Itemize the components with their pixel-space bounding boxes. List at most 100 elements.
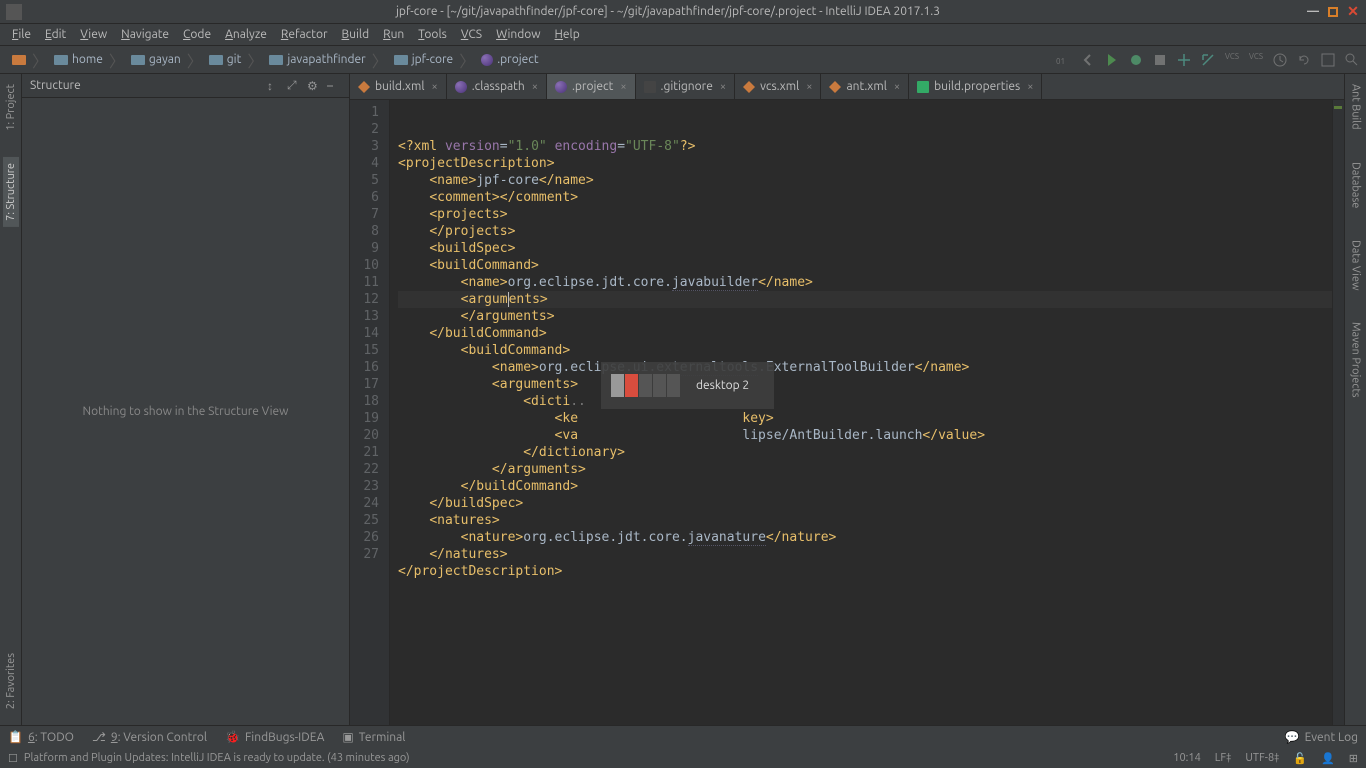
minimize-button[interactable]: — <box>1306 5 1320 19</box>
history-icon[interactable] <box>1272 52 1288 68</box>
menu-window[interactable]: Window <box>490 26 546 43</box>
line-separator[interactable]: LF‡ <box>1215 752 1232 764</box>
code-line[interactable]: </buildSpec> <box>398 495 1344 512</box>
code-line[interactable]: <dicti.. <box>398 393 1344 410</box>
tab-project[interactable]: .project× <box>547 74 636 100</box>
event-log[interactable]: 💬 Event Log <box>1285 730 1358 744</box>
revert-icon[interactable] <box>1296 52 1312 68</box>
breadcrumb-jpf-core[interactable]: jpf-core <box>388 51 459 68</box>
code-line[interactable]: <projectDescription> <box>398 155 1344 172</box>
code-line[interactable]: <natures> <box>398 512 1344 529</box>
lock-icon[interactable]: 🔓 <box>1293 752 1307 765</box>
vcs-commit-icon[interactable] <box>1200 52 1216 68</box>
code-editor[interactable]: 1234567891011121314151617181920212223242… <box>350 100 1344 725</box>
code-line[interactable]: <arguments> <box>398 291 1344 308</box>
menu-navigate[interactable]: Navigate <box>115 26 175 43</box>
code-line[interactable]: </buildCommand> <box>398 478 1344 495</box>
code-line[interactable]: <buildCommand> <box>398 257 1344 274</box>
menu-help[interactable]: Help <box>549 26 586 43</box>
menu-vcs[interactable]: VCS <box>455 26 488 43</box>
code-line[interactable]: <kexxxxxxxxxxxxxxxxxxxxxkey> <box>398 410 1344 427</box>
tool-favorites[interactable]: 2: Favorites <box>3 647 19 715</box>
code-line[interactable]: <name>org.eclipse.ui.externaltools.Exter… <box>398 359 1344 376</box>
menu-tools[interactable]: Tools <box>412 26 453 43</box>
encoding[interactable]: UTF-8‡ <box>1245 752 1279 764</box>
debug-icon[interactable] <box>1128 52 1144 68</box>
code-line[interactable]: <vaxxxxxxxxxxxxxxxxxxxxxlipse/AntBuilder… <box>398 427 1344 444</box>
tool-data-view[interactable]: Data View <box>1348 234 1364 297</box>
tool-ant-build[interactable]: Ant Build <box>1348 78 1364 136</box>
tool-terminal[interactable]: ▣ Terminal <box>342 730 405 744</box>
toggle-binary-icon[interactable]: 01 <box>1056 52 1072 68</box>
tool-findbugs[interactable]: 🐞 FindBugs-IDEA <box>225 730 324 744</box>
menu-edit[interactable]: Edit <box>39 26 72 43</box>
stop-icon[interactable] <box>1152 52 1168 68</box>
menu-file[interactable]: File <box>6 26 37 43</box>
code-line[interactable]: </dictionary> <box>398 444 1344 461</box>
tool-version-control[interactable]: ⎇ 9: Version Control <box>92 730 207 744</box>
expand-icon[interactable]: ⤢ <box>287 79 301 93</box>
settings-icon[interactable] <box>1320 52 1336 68</box>
tab-vcsxml[interactable]: vcs.xml× <box>735 74 821 100</box>
vcs-label2-icon[interactable]: VCS <box>1248 52 1264 68</box>
menu-build[interactable]: Build <box>336 26 376 43</box>
code-line[interactable]: <comment></comment> <box>398 189 1344 206</box>
menu-refactor[interactable]: Refactor <box>275 26 334 43</box>
search-icon[interactable] <box>1344 52 1360 68</box>
code-line[interactable]: <name>jpf-core</name> <box>398 172 1344 189</box>
tool-maven-projects[interactable]: Maven Projects <box>1348 316 1364 404</box>
menu-run[interactable]: Run <box>377 26 410 43</box>
code-line[interactable]: </arguments> <box>398 461 1344 478</box>
breadcrumb-root[interactable] <box>6 53 32 67</box>
code-line[interactable]: <nature>org.eclipse.jdt.core.javanature<… <box>398 529 1344 546</box>
code-line[interactable]: </projects> <box>398 223 1344 240</box>
hide-icon[interactable]: ⎯ <box>327 79 341 93</box>
code-line[interactable]: <buildCommand> <box>398 342 1344 359</box>
close-tab-icon[interactable]: × <box>720 81 726 93</box>
tool-todo[interactable]: 📋 6: TODO <box>8 730 74 744</box>
code-line[interactable]: <projects> <box>398 206 1344 223</box>
code-body[interactable]: <?xml version="1.0" encoding="UTF-8"?><p… <box>390 100 1344 725</box>
close-tab-icon[interactable]: × <box>1027 81 1033 93</box>
close-tab-icon[interactable]: × <box>432 81 438 93</box>
maximize-button[interactable] <box>1326 5 1340 19</box>
tab-classpath[interactable]: .classpath× <box>447 74 547 100</box>
close-tab-icon[interactable]: × <box>620 81 626 93</box>
code-line[interactable]: </arguments> <box>398 308 1344 325</box>
close-tab-icon[interactable]: × <box>532 81 538 93</box>
tab-gitignore[interactable]: .gitignore× <box>636 74 736 100</box>
code-line[interactable]: </projectDescription> <box>398 563 1344 580</box>
breadcrumb-.project[interactable]: .project <box>475 51 544 68</box>
vcs-label-icon[interactable]: VCS <box>1224 52 1240 68</box>
tab-buildproperties[interactable]: build.properties× <box>909 74 1042 100</box>
tab-antxml[interactable]: ant.xml× <box>821 74 909 100</box>
tool-structure[interactable]: 7: Structure <box>3 157 19 227</box>
close-tab-icon[interactable]: × <box>806 81 812 93</box>
breadcrumb-home[interactable]: home <box>48 51 109 68</box>
gear-icon[interactable]: ⚙ <box>307 79 321 93</box>
breadcrumb-javapathfinder[interactable]: javapathfinder <box>263 51 371 68</box>
collapse-all-icon[interactable]: ↕ <box>267 79 281 93</box>
close-tab-icon[interactable]: × <box>894 81 900 93</box>
tool-database[interactable]: Database <box>1348 156 1364 214</box>
menu-view[interactable]: View <box>74 26 113 43</box>
breadcrumb-git[interactable]: git <box>203 51 248 68</box>
menu-code[interactable]: Code <box>177 26 217 43</box>
status-icon[interactable]: ☐ <box>8 752 18 765</box>
inspector-icon[interactable]: 👤 <box>1321 752 1335 765</box>
code-line[interactable]: <arguments> <box>398 376 1344 393</box>
code-line[interactable]: <buildSpec> <box>398 240 1344 257</box>
run-icon[interactable] <box>1104 52 1120 68</box>
breadcrumb-gayan[interactable]: gayan <box>125 51 187 68</box>
vcs-update-icon[interactable] <box>1176 52 1192 68</box>
code-line[interactable]: </natures> <box>398 546 1344 563</box>
code-line[interactable]: </buildCommand> <box>398 325 1344 342</box>
layout-icon[interactable]: ⊞ <box>1349 752 1358 765</box>
close-button[interactable]: ✕ <box>1346 5 1360 19</box>
nav-back-icon[interactable] <box>1080 52 1096 68</box>
menu-analyze[interactable]: Analyze <box>219 26 273 43</box>
tab-buildxml[interactable]: build.xml× <box>350 74 447 100</box>
tool-project[interactable]: 1: Project <box>3 78 19 137</box>
code-line[interactable]: <?xml version="1.0" encoding="UTF-8"?> <box>398 138 1344 155</box>
code-line[interactable]: <name>org.eclipse.jdt.core.javabuilder</… <box>398 274 1344 291</box>
